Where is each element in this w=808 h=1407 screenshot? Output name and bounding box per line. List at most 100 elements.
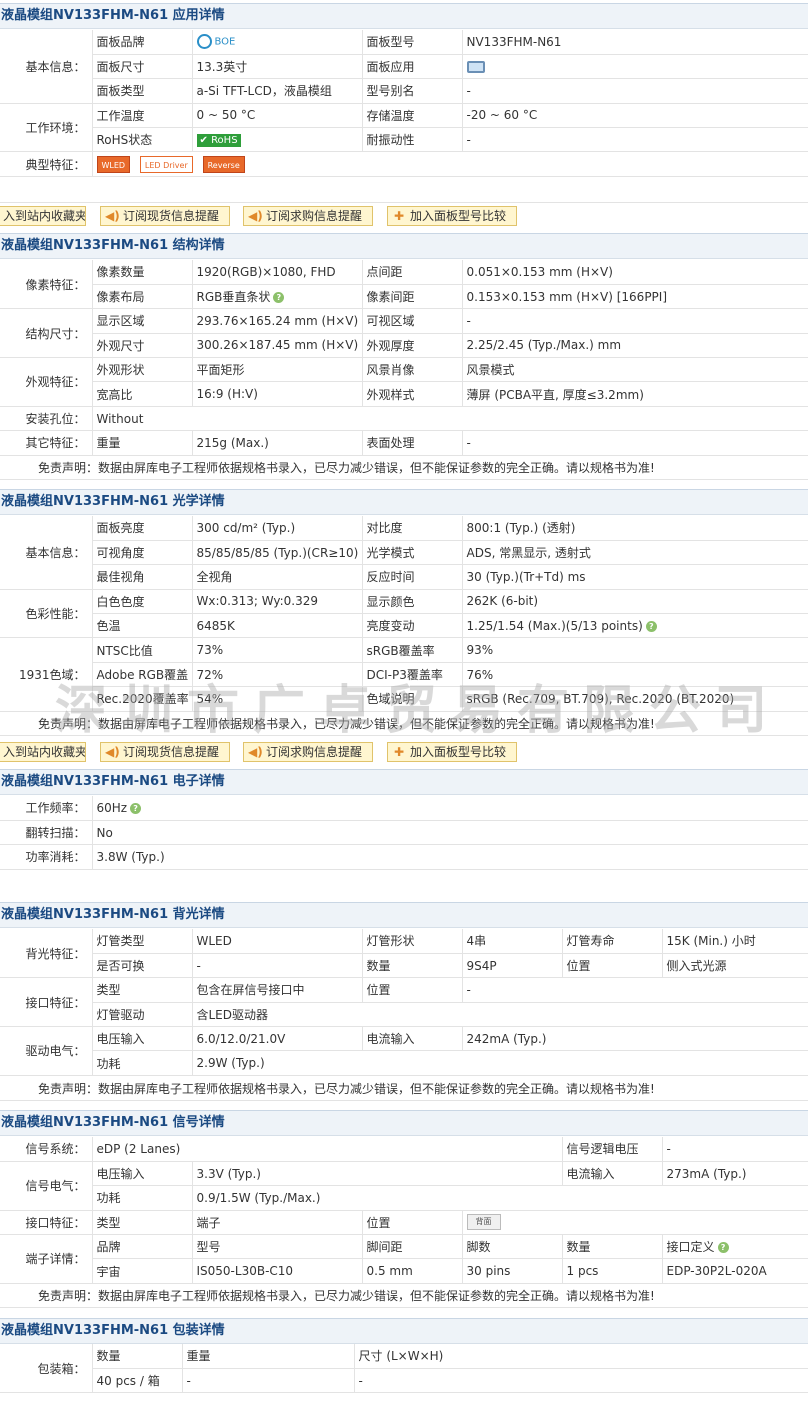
table-cell: - bbox=[182, 1368, 355, 1394]
help-icon[interactable]: ? bbox=[645, 620, 657, 632]
group-label: 信号系统： bbox=[0, 1137, 93, 1162]
table-cell: - bbox=[354, 1368, 808, 1394]
alias-key: 型号别名 bbox=[362, 78, 463, 104]
spec-value: - bbox=[462, 977, 808, 1003]
spec-value: 72% bbox=[192, 662, 363, 688]
spec-value: - bbox=[462, 308, 808, 334]
disclaimer: 免责声明：数据由屏库电子工程师依据规格书录入，已尽力减少错误，但不能保证参数的完… bbox=[0, 712, 808, 736]
table-cell: 40 pcs / 箱 bbox=[92, 1368, 183, 1394]
work-temp-key: 工作温度 bbox=[92, 103, 193, 129]
spec-value: 215g (Max.) bbox=[192, 430, 363, 456]
help-icon[interactable]: ? bbox=[130, 802, 142, 814]
spec-value: 端子 bbox=[192, 1210, 363, 1236]
back-position-icon[interactable]: 背面 bbox=[462, 1210, 808, 1236]
action-bar: 入到站内收藏夹 ◀) 订阅现货信息提醒 ◀) 订阅求购信息提醒 ✚ 加入面板型号比较 bbox=[0, 204, 808, 228]
spec-key: 灯管类型 bbox=[92, 929, 193, 954]
spec-value: 300.26×187.45 mm (H×V) bbox=[192, 333, 363, 359]
add-favorites-button[interactable]: 入到站内收藏夹 bbox=[0, 742, 86, 762]
spec-key: 灯管寿命 bbox=[562, 929, 663, 954]
add-compare-button[interactable]: ✚ 加入面板型号比较 bbox=[387, 206, 517, 226]
section-title-electronic: 液晶模组NV133FHM-N61 电子详情 bbox=[0, 769, 808, 795]
electronic-table: 工作频率： 60Hz? 翻转扫描： No 功率消耗： 3.8W (Typ.) bbox=[0, 796, 808, 870]
brand-key: 面板品牌 bbox=[92, 30, 193, 55]
spec-value: 平面矩形 bbox=[192, 357, 363, 383]
group-label: 信号电气： bbox=[0, 1161, 93, 1211]
disclaimer: 免责声明：数据由屏库电子工程师依据规格书录入，已尽力减少错误，但不能保证参数的完… bbox=[0, 1077, 808, 1101]
spec-key: 反应时间 bbox=[362, 564, 463, 590]
spec-value: 1.25/1.54 (Max.)(5/13 points)? bbox=[462, 613, 808, 639]
column-header: 尺寸 (L×W×H) bbox=[354, 1344, 808, 1369]
feature-badges: WLED LED Driver Reverse bbox=[92, 151, 808, 177]
spec-value: No bbox=[92, 820, 808, 846]
subscribe-stock-button[interactable]: ◀) 订阅现货信息提醒 bbox=[100, 206, 230, 226]
spec-key: 电流输入 bbox=[362, 1026, 463, 1052]
backlight-table: 背光特征： 灯管类型 WLED 灯管形状 4串 灯管寿命 15K (Min.) 小时 是否… bbox=[0, 929, 808, 1076]
size-value: 13.3英寸 bbox=[192, 54, 363, 80]
spec-value: - bbox=[662, 1137, 808, 1162]
spec-value: 2.25/2.45 (Typ./Max.) mm bbox=[462, 333, 808, 359]
add-compare-button[interactable]: ✚ 加入面板型号比较 bbox=[387, 742, 517, 762]
structure-table: 像素特征： 像素数量 1920(RGB)×1080, FHD 点间距 0.051×0.… bbox=[0, 260, 808, 456]
spec-value: ADS, 常黑显示, 透射式 bbox=[462, 540, 808, 566]
size-key: 面板尺寸 bbox=[92, 54, 193, 80]
work-temp-value: 0 ~ 50 °C bbox=[192, 103, 363, 129]
section-title-signal: 液晶模组NV133FHM-N61 信号详情 bbox=[0, 1110, 808, 1136]
spec-key: 像素间距 bbox=[362, 284, 463, 310]
spec-value: 15K (Min.) 小时 bbox=[662, 929, 808, 954]
spec-key: 光学模式 bbox=[362, 540, 463, 566]
table-cell: IS050-L30B-C10 bbox=[192, 1258, 363, 1284]
subscribe-purchase-button[interactable]: ◀) 订阅求购信息提醒 bbox=[243, 206, 373, 226]
signal-table: 信号系统： eDP (2 Lanes) 信号逻辑电压 - 信号电气： 电压输入 3.3… bbox=[0, 1137, 808, 1284]
wled-badge[interactable]: WLED bbox=[96, 155, 131, 173]
group-label: 安装孔位： bbox=[0, 406, 93, 432]
spec-key: 显示区域 bbox=[92, 308, 193, 334]
spec-value: 3.3V (Typ.) bbox=[192, 1161, 563, 1187]
speaker-icon: ◀) bbox=[248, 209, 263, 223]
brand-logo[interactable]: BOE bbox=[192, 30, 363, 55]
spec-key: 外观厚度 bbox=[362, 333, 463, 359]
subscribe-stock-button[interactable]: ◀) 订阅现货信息提醒 bbox=[100, 742, 230, 762]
led-driver-badge[interactable]: LED Driver bbox=[139, 155, 193, 173]
spec-value: 全视角 bbox=[192, 564, 363, 590]
group-label: 驱动电气： bbox=[0, 1026, 93, 1076]
help-icon[interactable]: ? bbox=[273, 292, 285, 304]
group-label: 工作环境： bbox=[0, 103, 93, 153]
vibration-value: - bbox=[462, 127, 808, 153]
spec-key: 数量 bbox=[362, 953, 463, 979]
spec-key: 功耗 bbox=[92, 1185, 193, 1211]
group-label: 结构尺寸： bbox=[0, 308, 93, 359]
help-icon[interactable]: ? bbox=[717, 1242, 729, 1254]
column-header: 数量 bbox=[92, 1344, 183, 1369]
spec-value: 16:9 (H:V) bbox=[192, 381, 363, 407]
laptop-icon[interactable] bbox=[462, 54, 808, 80]
spec-key: 表面处理 bbox=[362, 430, 463, 456]
spec-value: 0.051×0.153 mm (H×V) bbox=[462, 260, 808, 285]
spec-key: 工作频率： bbox=[0, 796, 93, 821]
column-header: 型号 bbox=[192, 1234, 363, 1260]
spec-key: 翻转扫描： bbox=[0, 820, 93, 846]
spec-key: 白色色度 bbox=[92, 589, 193, 615]
speaker-icon: ◀) bbox=[105, 745, 120, 759]
spec-value: 300 cd/m² (Typ.) bbox=[192, 516, 363, 541]
disclaimer: 免责声明：数据由屏库电子工程师依据规格书录入，已尽力减少错误，但不能保证参数的完… bbox=[0, 1284, 808, 1308]
spec-key: 色域说明 bbox=[362, 686, 463, 712]
spec-key: 可视区域 bbox=[362, 308, 463, 334]
model-value: NV133FHM-N61 bbox=[462, 30, 808, 55]
subscribe-purchase-button[interactable]: ◀) 订阅求购信息提醒 bbox=[243, 742, 373, 762]
spec-value: 1920(RGB)×1080, FHD bbox=[192, 260, 363, 285]
column-header: 重量 bbox=[182, 1344, 355, 1369]
spec-value: - bbox=[462, 430, 808, 456]
table-cell: 30 pins bbox=[462, 1258, 563, 1284]
reverse-badge[interactable]: Reverse bbox=[202, 155, 245, 173]
alias-value: - bbox=[462, 78, 808, 104]
add-favorites-button[interactable]: 入到站内收藏夹 bbox=[0, 206, 86, 226]
spec-value: Without bbox=[92, 406, 808, 432]
spec-value: eDP (2 Lanes) bbox=[92, 1137, 563, 1162]
section-title-packaging: 液晶模组NV133FHM-N61 包装详情 bbox=[0, 1318, 808, 1344]
spec-key: 显示颜色 bbox=[362, 589, 463, 615]
column-header: 脚间距 bbox=[362, 1234, 463, 1260]
spec-key: 类型 bbox=[92, 977, 193, 1003]
spec-value: 800:1 (Typ.) (透射) bbox=[462, 516, 808, 541]
spec-value: sRGB (Rec.709, BT.709), Rec.2020 (BT.202… bbox=[462, 686, 808, 712]
spec-key: 可视角度 bbox=[92, 540, 193, 566]
